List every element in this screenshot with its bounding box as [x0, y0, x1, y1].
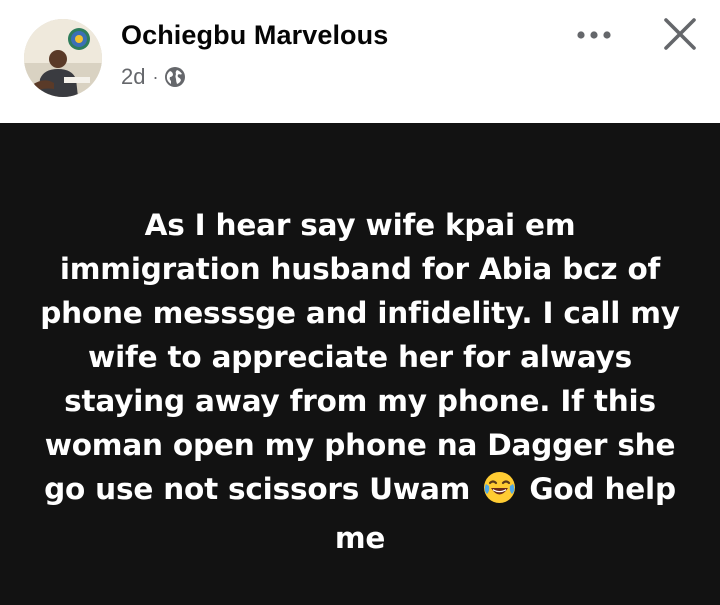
more-dots-icon	[577, 31, 611, 39]
close-button[interactable]	[654, 8, 706, 60]
more-options-button[interactable]	[568, 18, 620, 52]
post-text: As I hear say wife kpai em immigration h…	[40, 203, 680, 560]
close-icon	[664, 18, 696, 50]
facebook-post: Ochiegbu Marvelous 2d · As I hear say wi…	[0, 0, 720, 605]
post-content: As I hear say wife kpai em immigration h…	[0, 123, 720, 605]
avatar[interactable]	[24, 19, 102, 97]
meta-separator: ·	[152, 67, 159, 87]
post-timestamp[interactable]: 2d	[121, 64, 145, 90]
avatar-photo	[24, 19, 102, 97]
author-name[interactable]: Ochiegbu Marvelous	[121, 20, 388, 51]
laughing-emoji-icon	[483, 472, 526, 511]
post-text-body: As I hear say wife kpai em immigration h…	[40, 208, 680, 506]
post-meta: 2d ·	[121, 63, 186, 91]
post-header: Ochiegbu Marvelous 2d ·	[0, 0, 720, 123]
globe-icon[interactable]	[164, 66, 186, 88]
